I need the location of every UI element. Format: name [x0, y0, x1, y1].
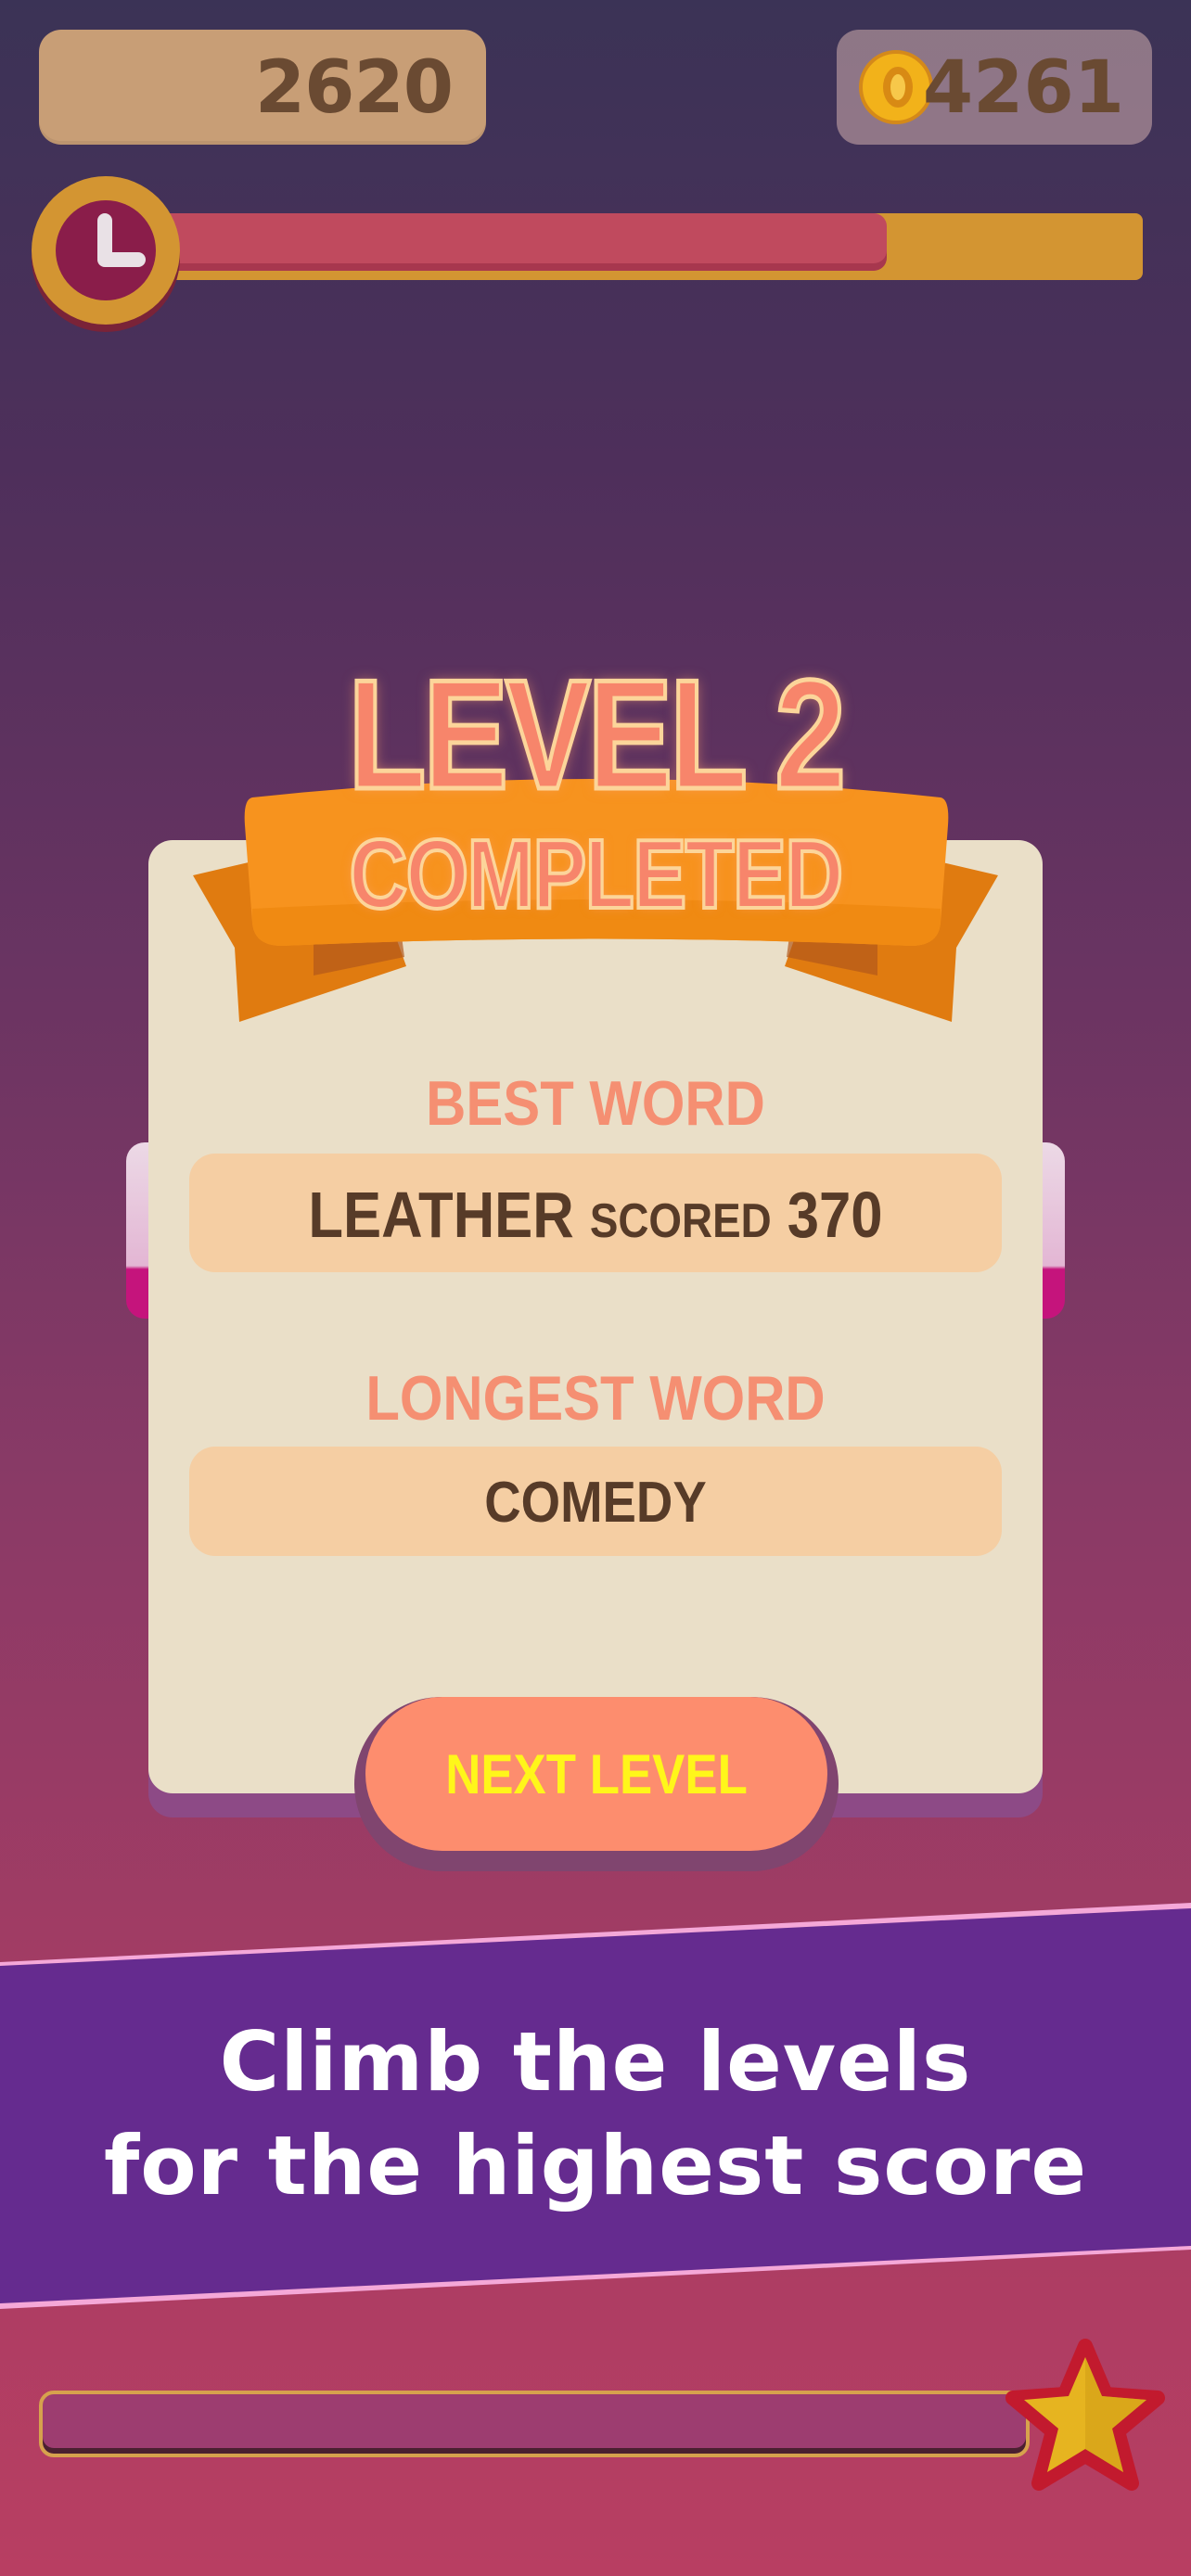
completed-title: COMPLETED: [348, 820, 845, 929]
longest-word-box: COMEDY: [189, 1447, 1002, 1556]
best-word: LEATHER: [308, 1179, 574, 1251]
timer-bar: [158, 213, 1143, 280]
level-progress-bar: [39, 2391, 1030, 2457]
level-title: LEVEL 2: [346, 647, 848, 822]
best-word-box: LEATHER SCORED 370: [189, 1154, 1002, 1272]
best-word-value: LEATHER SCORED 370: [238, 1182, 954, 1247]
clock-icon: [32, 176, 180, 325]
coin-panel: 4261: [837, 30, 1152, 145]
next-level-button[interactable]: NEXT LEVEL: [365, 1697, 827, 1851]
star-icon: [1005, 2339, 1165, 2491]
longest-word-label: LONGEST WORD: [365, 1363, 826, 1434]
longest-word-value: COMEDY: [484, 1471, 707, 1535]
coin-count: 4261: [922, 46, 1124, 130]
scored-label: SCORED: [589, 1194, 772, 1248]
next-level-label: NEXT LEVEL: [445, 1742, 748, 1805]
best-word-label: BEST WORD: [426, 1068, 765, 1139]
best-word-score: 370: [787, 1179, 883, 1251]
banner-line-2: for the highest score: [103, 2118, 1088, 2213]
score-panel: 2620: [39, 30, 486, 145]
banner-line-1: Climb the levels: [219, 2014, 972, 2110]
score-value: 2620: [254, 46, 454, 130]
timer-bar-fill: [158, 213, 887, 271]
